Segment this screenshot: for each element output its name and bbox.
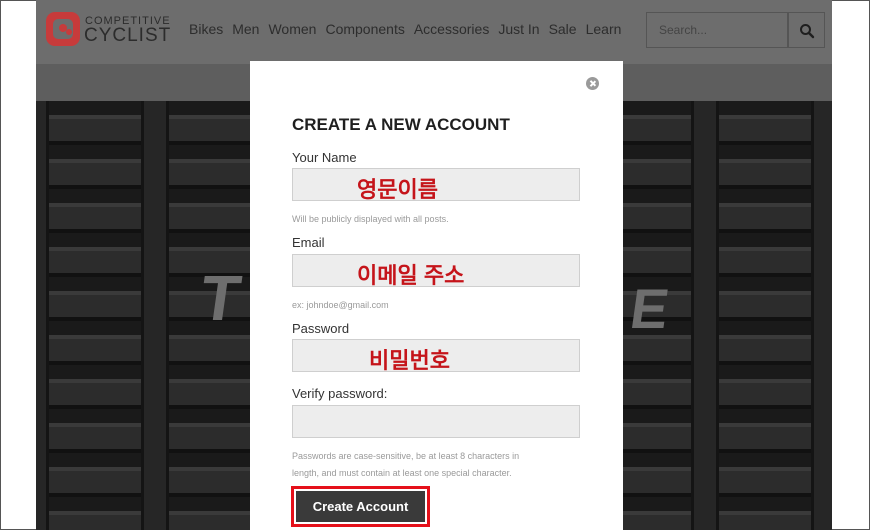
verify-password-label: Verify password: xyxy=(292,386,388,401)
nav-accessories[interactable]: Accessories xyxy=(414,21,489,37)
search-input[interactable] xyxy=(647,13,801,47)
email-help-text: ex: johndoe@gmail.com xyxy=(292,300,389,310)
close-icon[interactable] xyxy=(586,77,599,90)
nav-components[interactable]: Components xyxy=(325,21,404,37)
tire-tread-image xyxy=(46,101,144,530)
nav-women[interactable]: Women xyxy=(268,21,316,37)
verify-password-field[interactable] xyxy=(292,405,583,439)
name-help-text: Will be publicly displayed with all post… xyxy=(292,214,449,224)
search-box xyxy=(646,12,801,48)
email-input[interactable] xyxy=(293,255,583,288)
password-field[interactable]: 비밀번호 xyxy=(292,339,583,373)
nav-sale[interactable]: Sale xyxy=(549,21,577,37)
search-button[interactable] xyxy=(788,12,825,48)
password-help-line-1: Passwords are case-sensitive, be at leas… xyxy=(292,451,520,461)
nav-learn[interactable]: Learn xyxy=(586,21,622,37)
highlight-box: Create Account xyxy=(291,486,430,527)
search-icon xyxy=(800,24,815,39)
logo-icon[interactable] xyxy=(46,12,80,46)
site-header: COMPETITIVE CYCLIST Bikes Men Women Comp… xyxy=(36,0,832,64)
create-account-modal: CREATE A NEW ACCOUNT Your Name 영문이름 Will… xyxy=(250,61,623,530)
main-nav: Bikes Men Women Components Accessories J… xyxy=(189,21,621,37)
password-help-line-2: length, and must contain at least one sp… xyxy=(292,468,512,478)
password-requirements: Passwords are case-sensitive, be at leas… xyxy=(292,448,592,482)
verify-password-input[interactable] xyxy=(293,406,583,439)
email-label: Email xyxy=(292,235,325,250)
password-label: Password xyxy=(292,321,350,336)
tire-tread-image xyxy=(716,101,814,530)
email-field[interactable]: 이메일 주소 xyxy=(292,254,583,288)
name-input[interactable] xyxy=(293,169,583,202)
nav-bikes[interactable]: Bikes xyxy=(189,21,223,37)
password-input[interactable] xyxy=(293,340,583,373)
create-account-button[interactable]: Create Account xyxy=(296,491,425,522)
name-label: Your Name xyxy=(292,150,357,165)
name-field[interactable]: 영문이름 xyxy=(292,168,583,202)
modal-title: CREATE A NEW ACCOUNT xyxy=(292,115,510,134)
nav-men[interactable]: Men xyxy=(232,21,259,37)
nav-just-in[interactable]: Just In xyxy=(498,21,539,37)
logo-text-bottom[interactable]: CYCLIST xyxy=(84,25,171,47)
